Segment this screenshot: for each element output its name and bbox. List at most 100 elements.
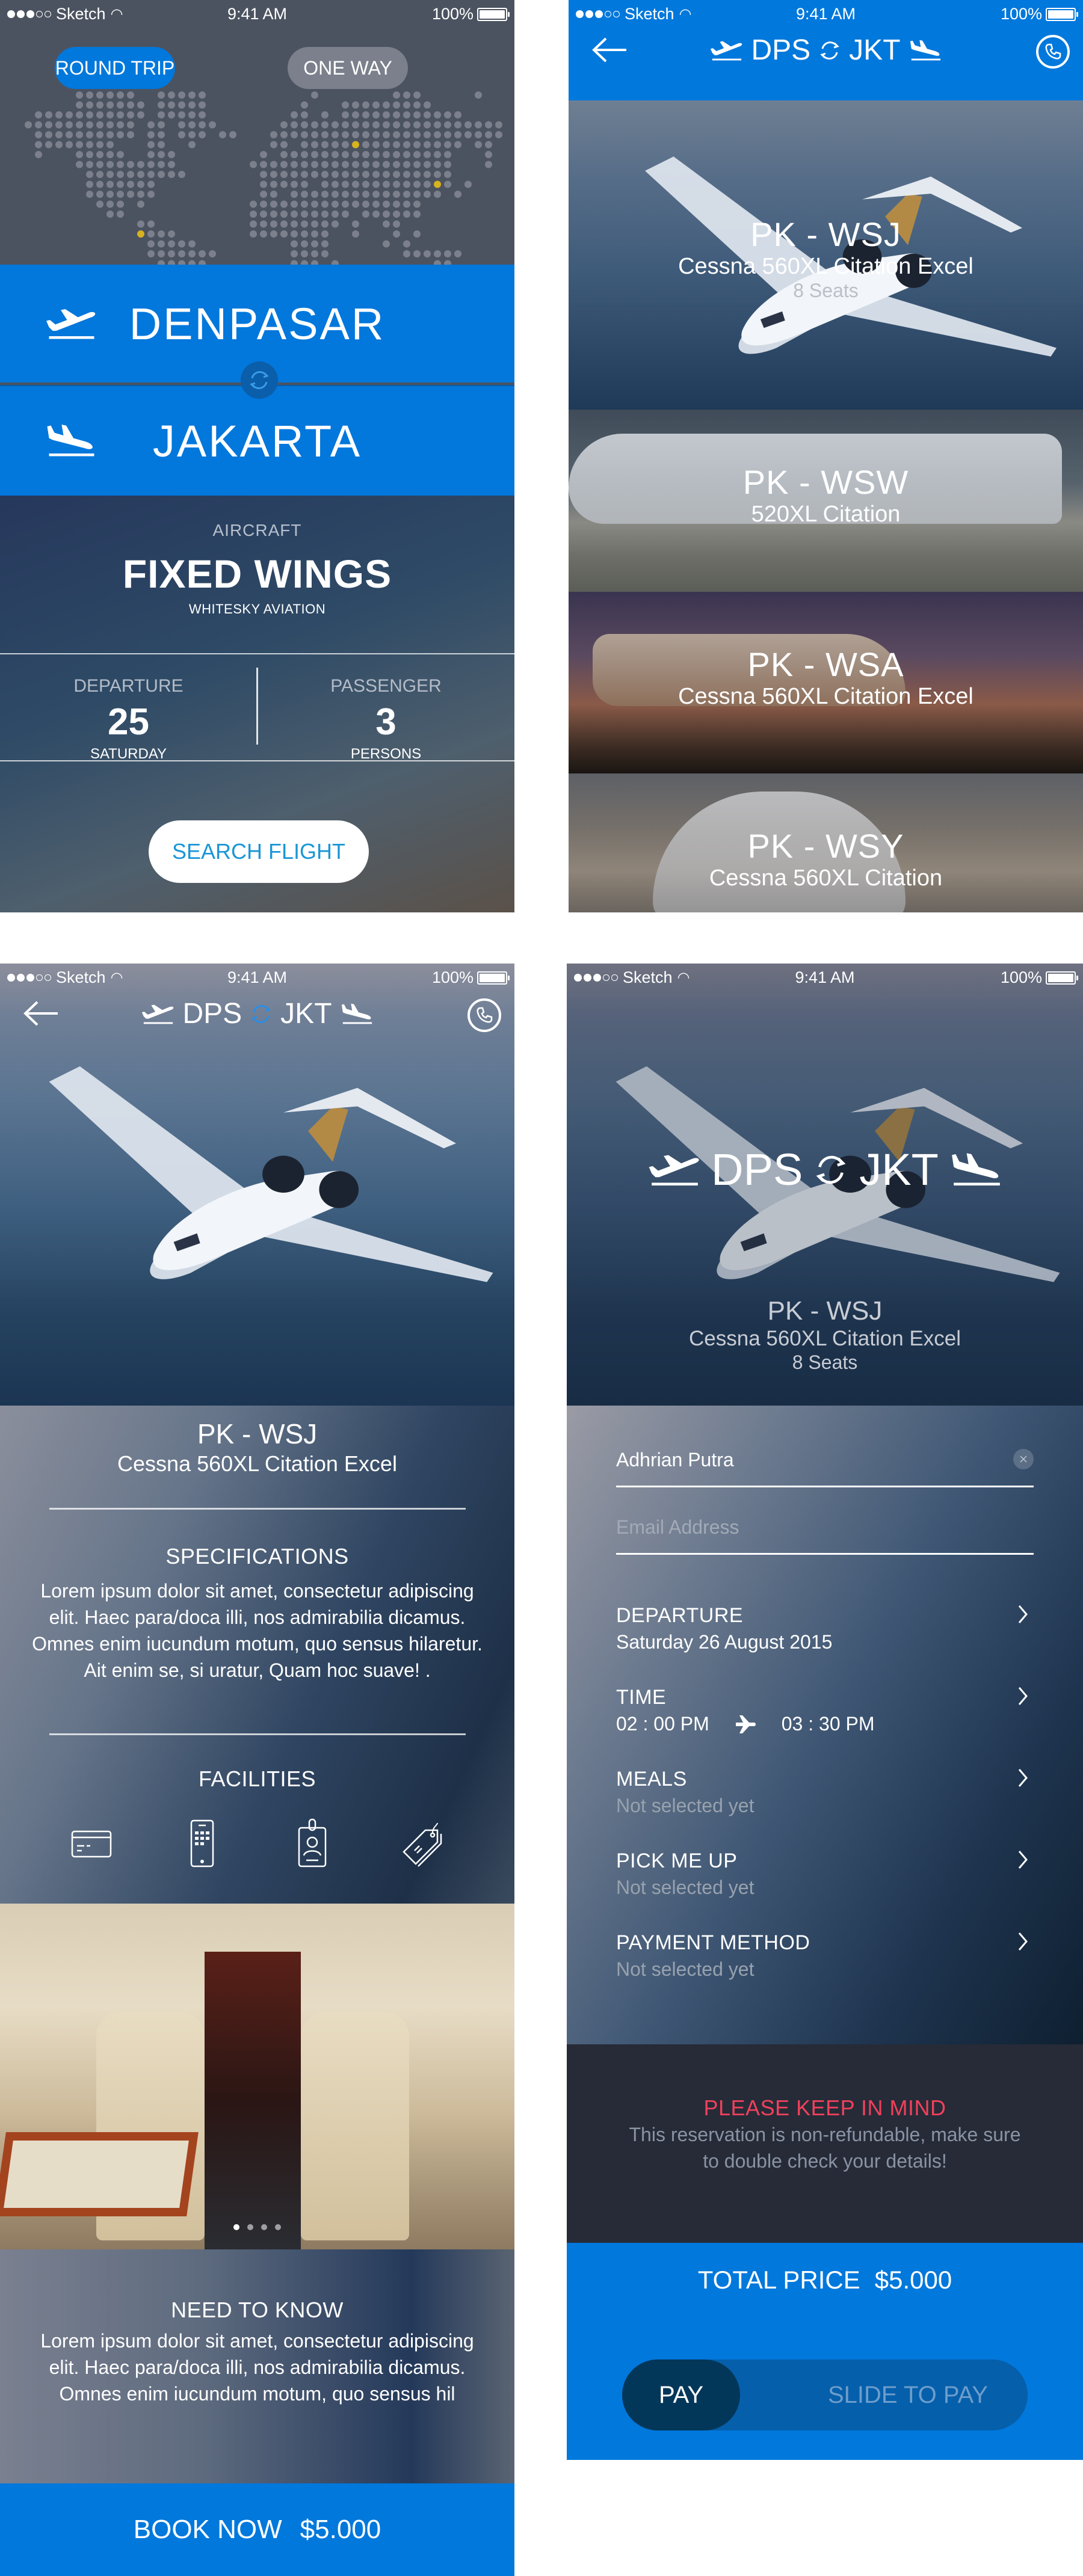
map-dot bbox=[127, 111, 134, 118]
departure-date-selector[interactable]: DEPARTURE 25 SATURDAY bbox=[0, 676, 257, 763]
carousel-dot[interactable] bbox=[275, 2224, 281, 2230]
pick-me-up-option[interactable]: PICK ME UP Not selected yet bbox=[616, 1849, 1034, 1916]
map-dot bbox=[209, 250, 216, 257]
map-dot bbox=[332, 141, 339, 149]
map-dot bbox=[280, 220, 288, 228]
need-to-know-text: Lorem ipsum dolor sit amet, consectetur … bbox=[40, 2330, 474, 2405]
map-dot bbox=[178, 111, 185, 118]
map-dot bbox=[332, 220, 339, 228]
map-dot bbox=[485, 131, 492, 138]
jet-photo bbox=[12, 1036, 505, 1300]
one-way-tab[interactable]: ONE WAY bbox=[288, 47, 408, 89]
map-dot bbox=[403, 121, 410, 129]
map-dot bbox=[106, 111, 114, 118]
map-dot bbox=[311, 211, 318, 218]
status-bar: Sketch ◠ 9:41 AM 100% bbox=[567, 964, 1083, 992]
map-dot bbox=[270, 191, 277, 198]
map-dot bbox=[413, 230, 421, 238]
battery-icon bbox=[1046, 971, 1078, 985]
map-dot bbox=[96, 161, 103, 168]
map-dot bbox=[291, 220, 298, 228]
destination-city-row[interactable]: JAKARTA bbox=[0, 385, 514, 496]
search-flight-button[interactable]: SEARCH FLIGHT bbox=[149, 820, 369, 883]
map-dot bbox=[403, 91, 410, 99]
map-dot bbox=[137, 220, 144, 228]
carousel-dot[interactable] bbox=[247, 2224, 253, 2230]
swap-icon[interactable] bbox=[818, 38, 842, 63]
map-dot bbox=[413, 151, 421, 158]
call-button[interactable] bbox=[1036, 35, 1070, 69]
map-dot bbox=[178, 260, 185, 265]
map-dot bbox=[86, 101, 93, 109]
map-dot bbox=[35, 131, 42, 138]
id-badge-icon[interactable] bbox=[287, 1815, 338, 1872]
passenger-selector[interactable]: PASSENGER 3 PERSONS bbox=[258, 676, 514, 763]
map-dot bbox=[291, 200, 298, 208]
map-dot bbox=[158, 250, 165, 257]
map-dot bbox=[332, 171, 339, 178]
map-dot bbox=[434, 260, 441, 265]
name-field[interactable] bbox=[616, 1449, 1034, 1487]
slide-to-pay-slider[interactable]: SLIDE TO PAY PAY bbox=[622, 2359, 1028, 2430]
email-field[interactable] bbox=[616, 1516, 1034, 1555]
call-button[interactable] bbox=[467, 998, 501, 1032]
battery-icon bbox=[477, 971, 510, 985]
map-dot bbox=[291, 211, 298, 218]
option-value: Not selected yet bbox=[616, 1877, 754, 1898]
price-tag-icon[interactable] bbox=[398, 1815, 448, 1872]
map-dot bbox=[413, 161, 421, 168]
carousel-dot[interactable] bbox=[233, 2224, 239, 2230]
map-dot bbox=[352, 111, 359, 118]
cabin-photo-carousel[interactable] bbox=[0, 1904, 514, 2249]
aircraft-type: FIXED WINGS bbox=[122, 552, 392, 596]
aircraft-operator: WHITESKY AVIATION bbox=[188, 601, 326, 616]
map-dot bbox=[86, 171, 93, 178]
map-dot bbox=[55, 111, 63, 118]
total-price: TOTAL PRICE $5.000 bbox=[567, 2266, 1083, 2295]
map-dot bbox=[311, 230, 318, 238]
aircraft-card[interactable]: PK - WSW 520XL Citation bbox=[569, 410, 1083, 592]
aircraft-card[interactable]: PK - WSA Cessna 560XL Citation Excel bbox=[569, 592, 1083, 773]
map-dot bbox=[413, 211, 421, 218]
map-dot bbox=[413, 111, 421, 118]
specifications-panel: PK - WSJ Cessna 560XL Citation Excel SPE… bbox=[0, 1406, 514, 1904]
map-dot bbox=[342, 151, 349, 158]
map-dot bbox=[444, 260, 451, 265]
battery-percent: 100% bbox=[431, 968, 474, 986]
map-dot bbox=[454, 111, 461, 118]
carousel-dot[interactable] bbox=[261, 2224, 267, 2230]
map-dot bbox=[260, 191, 267, 198]
option-title: PAYMENT METHOD bbox=[616, 1931, 810, 1954]
map-dot bbox=[393, 220, 400, 228]
round-trip-tab[interactable]: ROUND TRIP bbox=[55, 47, 175, 89]
aircraft-card[interactable]: PK - WSJ Cessna 560XL Citation Excel 8 S… bbox=[569, 100, 1083, 410]
map-dot bbox=[260, 211, 267, 218]
book-now-button[interactable]: BOOK NOW $5.000 bbox=[0, 2483, 514, 2576]
credit-card-icon[interactable] bbox=[66, 1815, 117, 1872]
chevron-right-icon bbox=[1017, 1604, 1029, 1625]
map-dot bbox=[188, 240, 196, 248]
departure-option[interactable]: DEPARTURE Saturday 26 August 2015 bbox=[616, 1604, 1034, 1670]
map-dot bbox=[332, 260, 339, 265]
swap-cities-button[interactable] bbox=[241, 361, 278, 399]
map-dot bbox=[383, 211, 390, 218]
swap-icon[interactable] bbox=[249, 1002, 273, 1026]
map-dot bbox=[434, 141, 441, 149]
clear-field-button[interactable] bbox=[1013, 1449, 1034, 1469]
payment-method-option[interactable]: PAYMENT METHOD Not selected yet bbox=[616, 1931, 1034, 1997]
map-dot bbox=[434, 171, 441, 178]
map-dot bbox=[342, 101, 349, 109]
map-dot bbox=[464, 131, 472, 138]
slider-knob[interactable]: PAY bbox=[622, 2359, 740, 2430]
map-dot bbox=[383, 200, 390, 208]
meals-option[interactable]: MEALS Not selected yet bbox=[616, 1768, 1034, 1834]
aircraft-registration: PK - WSJ bbox=[197, 1418, 318, 1449]
aircraft-selector[interactable]: AIRCRAFT FIXED WINGS WHITESKY AVIATION bbox=[0, 496, 514, 652]
map-dot bbox=[372, 151, 380, 158]
map-dot bbox=[158, 230, 165, 238]
mobile-phone-icon[interactable] bbox=[177, 1815, 227, 1872]
map-dot bbox=[86, 121, 93, 129]
map-dot bbox=[301, 240, 308, 248]
aircraft-card[interactable]: PK - WSY Cessna 560XL Citation bbox=[569, 773, 1083, 912]
time-option[interactable]: TIME 02 : 00 PM 03 : 30 PM bbox=[616, 1686, 1034, 1752]
